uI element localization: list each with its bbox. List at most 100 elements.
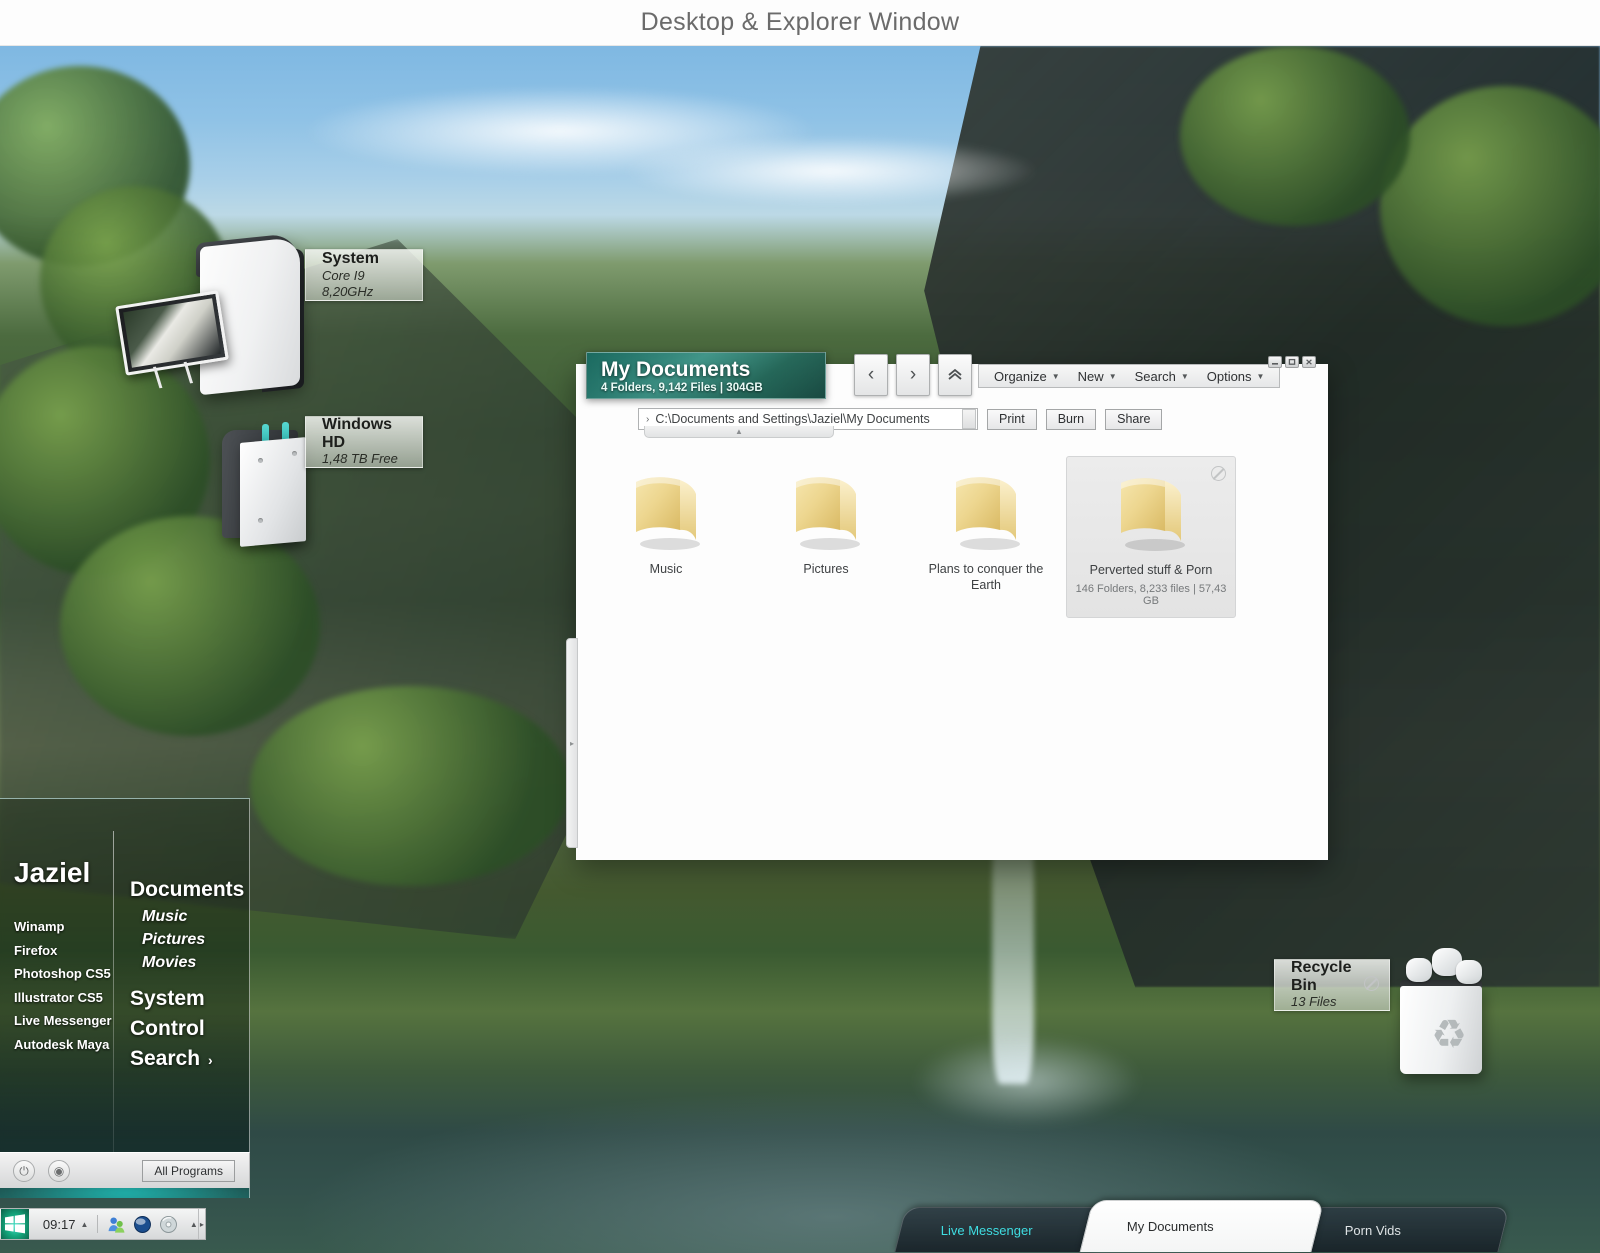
start-menu-footer: ⏻ ◉ All Programs [0,1152,250,1188]
explorer-nav-buttons: ‹ › [854,354,972,396]
start-menu-place-movies[interactable]: Movies [142,951,248,974]
no-entry-icon [1211,466,1226,481]
maximize-icon[interactable] [1285,356,1299,368]
start-menu-place-system[interactable]: System [130,984,248,1014]
taskbar-tab-my-documents[interactable]: My Documents [1080,1200,1325,1252]
taskbar-expand-handle[interactable]: ▸ [198,1209,205,1239]
start-menu-item-live-messenger[interactable]: Live Messenger [14,1009,109,1033]
hard-drive-screw [258,458,263,463]
menu-options-label: Options [1207,369,1252,384]
minimize-icon[interactable] [1268,356,1282,368]
start-menu-divider [113,831,114,1171]
folder-icon [938,468,1034,554]
menu-search[interactable]: Search ▼ [1126,369,1198,384]
taskbar-separator [97,1215,98,1233]
forward-chevron-icon[interactable]: › [896,354,930,396]
taskbar-tab-label: Porn Vids [1345,1223,1401,1238]
start-menu-item-firefox[interactable]: Firefox [14,939,109,963]
folder-item-pictures[interactable]: Pictures [746,456,906,618]
navigation-pane-handle[interactable]: ▸ [566,638,578,848]
folder-icon [778,468,874,554]
desktop-icon-system-title: System [322,250,408,268]
power-icon[interactable]: ⏻ [13,1160,35,1182]
cloud [620,136,1040,206]
all-programs-button[interactable]: All Programs [142,1160,235,1182]
up-double-chevron-icon[interactable] [938,354,972,396]
up-double-chevron-svg [945,365,965,385]
desktop-icon-recycle-bin-plate[interactable]: Recycle Bin 13 Files [1274,959,1390,1011]
taskbar-tabs: Live Messenger My Documents Porn Vids [900,1200,1490,1252]
burn-button[interactable]: Burn [1046,409,1096,430]
start-button[interactable] [1,1209,29,1239]
share-button[interactable]: Share [1105,409,1162,430]
start-menu-item-illustrator[interactable]: Illustrator CS5 [14,986,109,1010]
desktop[interactable]: System Core I9 8,20GHz Windows HD 1,48 T… [0,46,1600,1253]
taskbar-tab-label: Live Messenger [941,1223,1033,1238]
taskbar-clock[interactable]: 09:17 [43,1217,76,1232]
messenger-contacts-icon[interactable] [107,1215,126,1234]
start-menu-item-winamp[interactable]: Winamp [14,915,109,939]
foliage [1180,46,1410,226]
file-grid: Music Pictures [586,456,1316,618]
close-glyph [1304,358,1314,366]
desktop-icon-hd-title: Windows HD [322,416,408,451]
address-value: C:\Documents and Settings\Jaziel\My Docu… [655,412,929,426]
screen: Desktop & Explorer Window System Co [0,0,1600,1253]
chevron-down-icon: ▼ [1257,372,1265,381]
back-chevron-icon[interactable]: ‹ [854,354,888,396]
chevron-down-icon: ▼ [1052,372,1060,381]
start-menu-places: Documents Music Pictures Movies System C… [130,875,248,1075]
crumpled-paper [1456,960,1482,984]
foliage [60,516,320,736]
hard-drive-screw [292,451,297,456]
taskbar-tab-live-messenger[interactable]: Live Messenger [894,1207,1105,1252]
start-menu-place-search-label: Search [130,1047,200,1070]
folder-icon [618,468,714,554]
folder-label: Music [596,562,736,578]
close-icon[interactable] [1302,356,1316,368]
start-menu-item-autodesk-maya[interactable]: Autodesk Maya [14,1033,109,1057]
start-menu-place-pictures[interactable]: Pictures [142,928,248,951]
start-menu-place-control[interactable]: Control [130,1014,248,1044]
address-dropdown-icon[interactable] [962,409,976,429]
window-controls [1268,356,1316,368]
folder-item-music[interactable]: Music [586,456,746,618]
address-chevron-icon: › [646,414,649,425]
start-menu-place-search[interactable]: Search› [130,1044,248,1075]
explorer-title: My Documents [601,357,825,382]
menu-new[interactable]: New ▼ [1069,369,1126,384]
hard-drive-screw [258,518,263,523]
collapse-bar[interactable]: ▲ [644,426,834,438]
desktop-icon-hd-plate[interactable]: Windows HD 1,48 TB Free [305,416,423,468]
start-menu-place-documents[interactable]: Documents [130,875,248,905]
waterfall-mist [912,1036,1142,1126]
folder-item-perverted-stuff[interactable]: Perverted stuff & Porn 146 Folders, 8,23… [1066,456,1236,618]
folder-item-plans[interactable]: Plans to conquer the Earth [906,456,1066,618]
print-button[interactable]: Print [987,409,1037,430]
menu-organize[interactable]: Organize ▼ [985,369,1069,384]
folder-label: Perverted stuff & Porn [1081,563,1221,579]
folder-label: Plans to conquer the Earth [916,562,1056,593]
menu-options[interactable]: Options ▼ [1198,369,1274,384]
start-menu-item-photoshop[interactable]: Photoshop CS5 [14,962,109,986]
start-menu[interactable]: Jaziel Winamp Firefox Photoshop CS5 Illu… [0,798,250,1198]
desktop-icon-system-plate[interactable]: System Core I9 8,20GHz [305,249,423,301]
taskbar-left-cluster: 09:17 ▲ [0,1208,206,1240]
lock-icon[interactable]: ◉ [48,1160,70,1182]
page-title: Desktop & Explorer Window [641,8,960,37]
browser-globe-icon[interactable] [133,1215,152,1234]
menu-organize-label: Organize [994,369,1047,384]
menu-new-label: New [1078,369,1104,384]
explorer-menu-bar: Organize ▼ New ▼ Search ▼ Options ▼ [978,364,1280,388]
no-entry-icon [1364,976,1379,991]
explorer-window[interactable]: ▸ My Documents 4 Folders, 9,142 Files | … [576,346,1328,860]
clock-caret-icon[interactable]: ▲ [80,1220,88,1229]
tray-caret-icon[interactable]: ▲ [190,1220,198,1229]
start-menu-app-list: Winamp Firefox Photoshop CS5 Illustrator… [14,915,109,1056]
folder-svg [1103,469,1199,555]
start-menu-place-music[interactable]: Music [142,905,248,928]
folder-svg [778,468,874,554]
disc-icon[interactable] [159,1215,178,1234]
desktop-icon-hd-detail: 1,48 TB Free [322,451,408,467]
taskbar-tab-porn-vids[interactable]: Porn Vids [1298,1207,1509,1252]
